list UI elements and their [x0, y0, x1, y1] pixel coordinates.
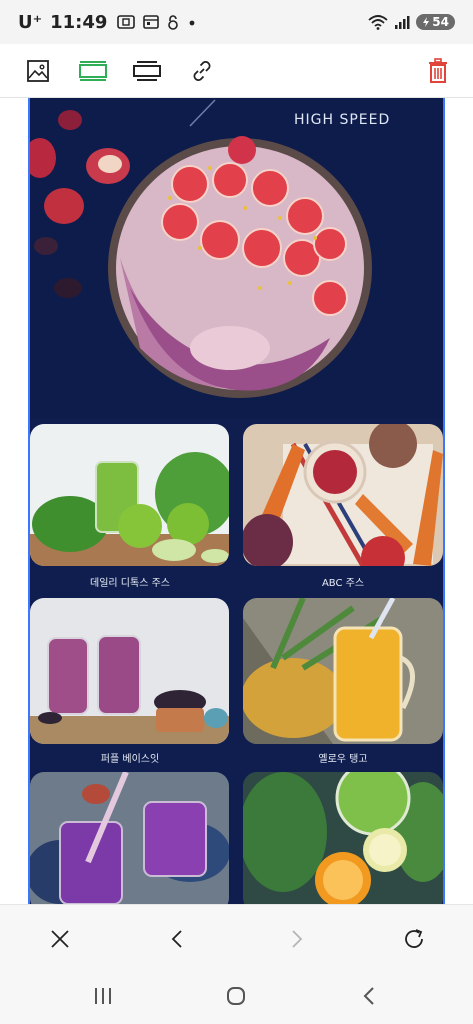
purple-jars-photo: [30, 772, 229, 904]
delete-button[interactable]: [421, 55, 455, 87]
layout-double-button[interactable]: [130, 55, 164, 87]
image-button[interactable]: [21, 55, 55, 87]
calendar-icon: [143, 15, 160, 29]
browser-bar: [0, 904, 473, 968]
battery-icon: 54: [416, 14, 455, 30]
forward-icon: [292, 930, 303, 948]
mango-juice-photo: [243, 598, 443, 744]
refresh-button[interactable]: [400, 925, 428, 953]
screen: U⁺ 11:49 54 HIGH SPEED 데일리 디톡스 주스 ABC 주스…: [0, 0, 473, 1024]
back-icon: [171, 930, 182, 948]
status-bar: U⁺ 11:49 54: [0, 0, 473, 44]
tile-yellow-tango[interactable]: [243, 598, 443, 744]
content-canvas[interactable]: HIGH SPEED 데일리 디톡스 주스 ABC 주스 퍼플 베이스잇 옐로우…: [28, 98, 445, 904]
lock-icon: [168, 15, 179, 30]
close-icon: [51, 930, 69, 948]
system-nav-bar: [0, 968, 473, 1024]
green-juice-photo: [30, 424, 229, 566]
tile-label-daily-detox: 데일리 디톡스 주스: [90, 578, 170, 589]
smoothie-bowl-illustration: [30, 98, 443, 418]
tile-daily-detox[interactable]: [30, 424, 229, 566]
hero-image[interactable]: HIGH SPEED: [30, 98, 443, 418]
carrier-label: U⁺: [18, 11, 43, 33]
battery-level: 54: [432, 15, 449, 29]
status-icons: [117, 14, 197, 30]
signal-icon: [395, 16, 410, 29]
hero-caption: HIGH SPEED: [294, 112, 391, 128]
dot-icon: [190, 20, 195, 26]
status-right: 54: [368, 14, 455, 30]
tile-purple-jars[interactable]: [30, 772, 229, 904]
close-button[interactable]: [46, 925, 74, 953]
wifi-icon: [368, 15, 388, 30]
home-button[interactable]: [221, 982, 251, 1010]
tile-label-abc: ABC 주스: [321, 578, 365, 589]
tile-label-purple: 퍼플 베이스잇: [100, 754, 160, 765]
abc-juice-photo: [243, 424, 443, 566]
back-button[interactable]: [164, 925, 192, 953]
status-time: 11:49: [50, 11, 108, 33]
link-button[interactable]: [185, 55, 219, 87]
tile-label-yellow-tango: 옐로우 탱고: [318, 754, 368, 765]
purple-smoothie-photo: [30, 598, 229, 744]
refresh-icon: [405, 929, 423, 948]
recent-apps-icon: [95, 988, 111, 1004]
layout-single-button[interactable]: [76, 55, 110, 87]
tile-abc[interactable]: [243, 424, 443, 566]
image-icon: [27, 60, 49, 82]
layout-single-icon: [79, 61, 107, 81]
back-nav-icon: [363, 987, 374, 1005]
greens-juice-photo: [243, 772, 443, 904]
screenshot-icon: [117, 15, 136, 29]
home-icon: [227, 987, 245, 1005]
link-icon: [193, 61, 211, 81]
layout-double-icon: [133, 61, 161, 81]
tile-purple[interactable]: [30, 598, 229, 744]
delete-icon: [429, 58, 447, 83]
forward-button[interactable]: [282, 925, 310, 953]
tile-greens[interactable]: [243, 772, 443, 904]
back-nav-button[interactable]: [354, 982, 384, 1010]
recent-apps-button[interactable]: [88, 982, 118, 1010]
editor-toolbar: [0, 44, 473, 98]
